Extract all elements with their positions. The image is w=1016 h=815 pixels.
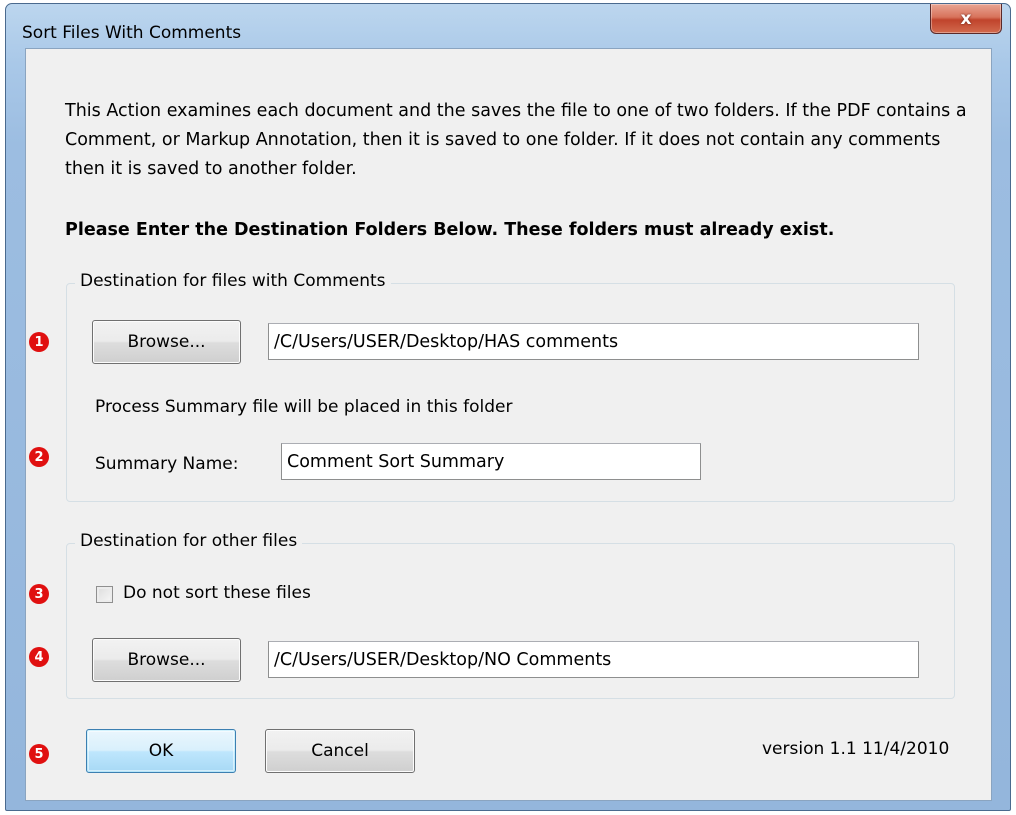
window-title: Sort Files With Comments: [22, 23, 242, 43]
cancel-button[interactable]: Cancel: [265, 729, 415, 773]
group-other-label: Destination for other files: [75, 531, 303, 551]
step-marker-5: 5: [29, 744, 49, 764]
instruction-heading: Please Enter the Destination Folders Bel…: [65, 220, 835, 240]
do-not-sort-label[interactable]: Do not sort these files: [123, 583, 311, 603]
ok-button[interactable]: OK: [86, 729, 236, 773]
summary-note-text: Process Summary file will be placed in t…: [95, 397, 513, 417]
close-icon: x: [960, 8, 972, 29]
comments-path-input[interactable]: /C/Users/USER/Desktop/HAS comments: [268, 323, 919, 360]
other-path-input[interactable]: /C/Users/USER/Desktop/NO Comments: [268, 641, 919, 678]
summary-name-label: Summary Name:: [95, 454, 239, 474]
dialog-client-area: This Action examines each document and t…: [25, 48, 992, 801]
group-comments-label: Destination for files with Comments: [75, 271, 391, 291]
summary-name-input[interactable]: Comment Sort Summary: [281, 443, 701, 480]
dialog-window: Sort Files With Comments x This Action e…: [5, 3, 1011, 811]
step-marker-3: 3: [29, 584, 49, 604]
browse-comments-button[interactable]: Browse...: [92, 320, 241, 364]
browse-other-button[interactable]: Browse...: [92, 638, 241, 682]
description-text: This Action examines each document and t…: [65, 101, 967, 179]
do-not-sort-checkbox[interactable]: [96, 586, 113, 603]
step-marker-2: 2: [29, 447, 49, 467]
version-text: version 1.1 11/4/2010: [762, 739, 950, 759]
step-marker-4: 4: [29, 647, 49, 667]
close-button[interactable]: x: [930, 4, 1002, 34]
step-marker-1: 1: [29, 332, 49, 352]
